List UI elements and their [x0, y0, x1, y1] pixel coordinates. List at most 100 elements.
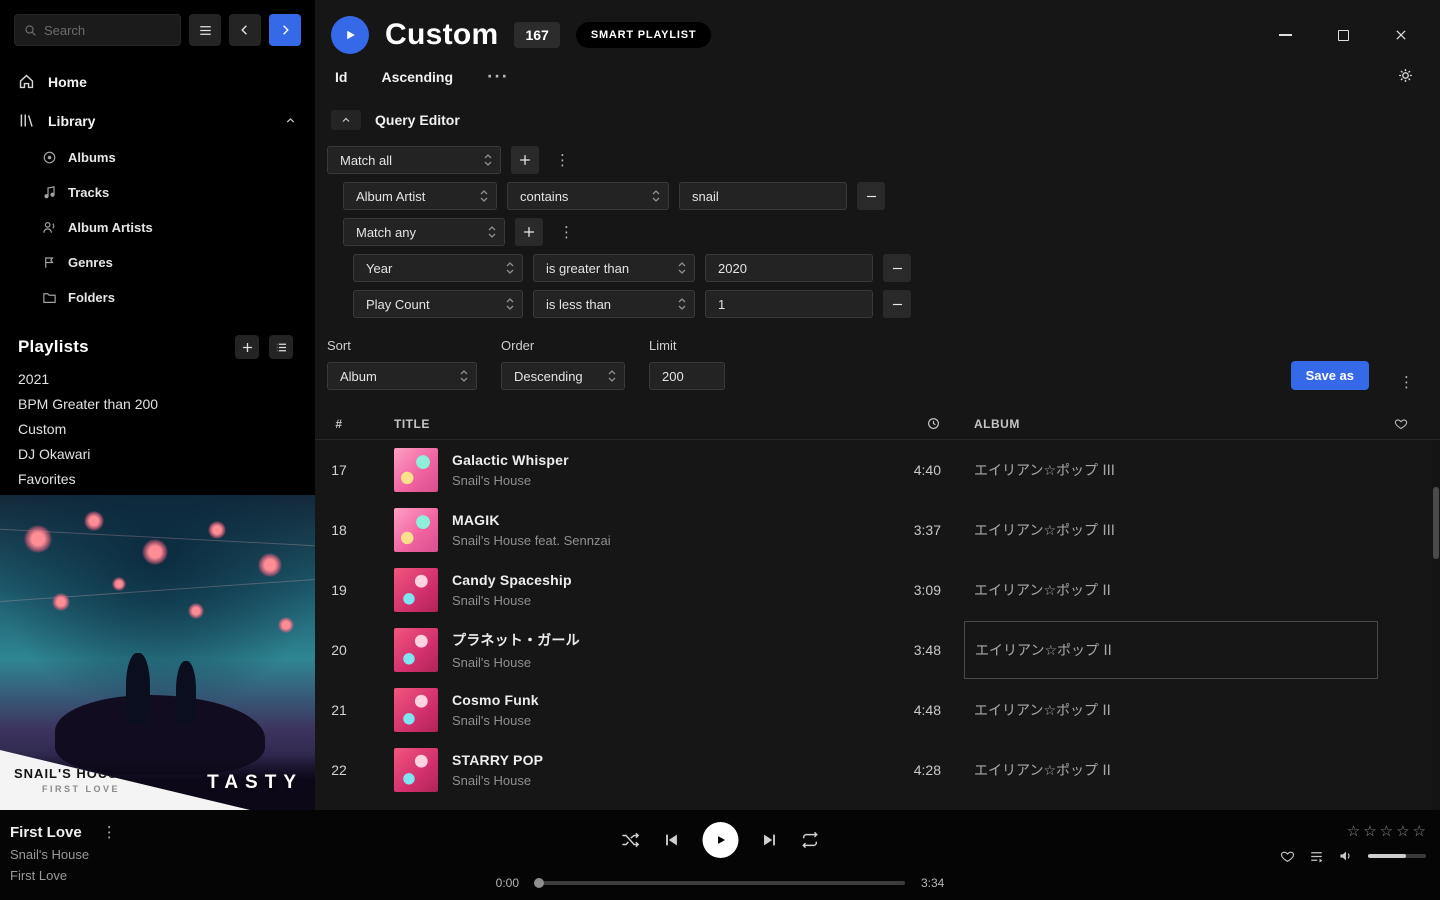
volume-button[interactable] — [1338, 848, 1354, 864]
search-box[interactable] — [14, 14, 181, 46]
rule-value-input[interactable] — [679, 182, 847, 210]
rating-star[interactable]: ☆ — [1413, 824, 1426, 839]
playlist-list-button[interactable] — [269, 335, 293, 359]
minus-icon — [891, 262, 904, 275]
save-as-button[interactable]: Save as — [1291, 361, 1369, 390]
remove-rule-button[interactable] — [857, 182, 885, 210]
track-row[interactable]: 21 Cosmo FunkSnail's House 4:48 エイリアン☆ポッ… — [315, 680, 1440, 740]
save-menu-button[interactable]: ⋮ — [1393, 375, 1420, 390]
scrollbar[interactable] — [1432, 440, 1440, 810]
match-all-select[interactable]: Match all — [327, 146, 501, 174]
sidebar-item-tracks[interactable]: Tracks — [0, 175, 315, 210]
rating-star[interactable]: ☆ — [1363, 824, 1376, 839]
track-row[interactable]: 22 STARRY POPSnail's House 4:28 エイリアン☆ポッ… — [315, 740, 1440, 800]
playlist-item[interactable]: Favorites — [0, 467, 315, 492]
rule-value-input[interactable] — [705, 254, 873, 282]
select-value: Year — [366, 261, 392, 276]
sidebar-item-home[interactable]: Home — [0, 62, 315, 101]
rating-star[interactable]: ☆ — [1347, 824, 1360, 839]
track-menu-button[interactable]: ⋮ — [96, 825, 123, 840]
table-header: # TITLE ALBUM — [315, 408, 1440, 440]
sidebar-item-genres[interactable]: Genres — [0, 245, 315, 280]
add-playlist-button[interactable] — [235, 335, 259, 359]
select-value: is greater than — [546, 261, 629, 276]
close-button[interactable] — [1388, 22, 1414, 48]
shuffle-button[interactable] — [621, 831, 641, 849]
previous-button[interactable] — [663, 831, 681, 849]
sort-select[interactable]: Album — [327, 362, 477, 390]
collapse-query-editor-button[interactable] — [331, 110, 361, 130]
field-select[interactable]: Play Count — [353, 290, 523, 318]
next-button[interactable] — [761, 831, 779, 849]
play-pause-button[interactable] — [703, 822, 739, 858]
track-row[interactable]: 19 Candy SpaceshipSnail's House 3:09 エイリ… — [315, 560, 1440, 620]
add-group-rule-button[interactable] — [515, 218, 543, 246]
playlist-item[interactable]: Custom — [0, 417, 315, 442]
focused-album-cell[interactable]: エイリアン☆ポップ II — [964, 621, 1378, 679]
queue-icon — [1309, 849, 1324, 864]
favorite-button[interactable] — [1280, 849, 1295, 864]
operator-select[interactable]: is less than — [533, 290, 695, 318]
sidebar-item-album-artists[interactable]: Album Artists — [0, 210, 315, 245]
match-row: Match all ⋮ — [327, 146, 1420, 174]
queue-button[interactable] — [1309, 849, 1324, 864]
query-editor-header: Query Editor — [331, 110, 1420, 130]
rating-star[interactable]: ☆ — [1396, 824, 1409, 839]
track-row[interactable]: 17 Galactic WhisperSnail's House 4:40 エイ… — [315, 440, 1440, 500]
select-value: contains — [520, 189, 568, 204]
minimize-button[interactable] — [1272, 22, 1298, 48]
maximize-button[interactable] — [1330, 22, 1356, 48]
limit-input[interactable] — [649, 362, 725, 390]
rule-menu-button[interactable]: ⋮ — [549, 153, 576, 168]
field-select[interactable]: Year — [353, 254, 523, 282]
rule-value-input[interactable] — [705, 290, 873, 318]
settings-button[interactable] — [1397, 67, 1414, 87]
remove-rule-button[interactable] — [883, 254, 911, 282]
play-playlist-button[interactable] — [331, 16, 369, 54]
seek-bar[interactable] — [535, 881, 905, 885]
track-album: エイリアン☆ポップ III — [974, 460, 1394, 480]
match-any-select[interactable]: Match any — [343, 218, 505, 246]
playlist-item[interactable]: BPM Greater than 200 — [0, 392, 315, 417]
forward-button[interactable] — [269, 14, 301, 46]
field-select[interactable]: Album Artist — [343, 182, 497, 210]
track-title: Candy Spaceship — [452, 572, 861, 588]
sidebar-item-label: Albums — [68, 150, 116, 165]
sort-direction-label[interactable]: Ascending — [381, 69, 453, 85]
operator-select[interactable]: contains — [507, 182, 669, 210]
rating-star[interactable]: ☆ — [1380, 824, 1393, 839]
track-album: エイリアン☆ポップ III — [974, 520, 1394, 540]
menu-button[interactable] — [189, 14, 221, 46]
remove-rule-button[interactable] — [883, 290, 911, 318]
track-row[interactable]: 20 プラネット・ガールSnail's House 3:48 エイリアン☆ポップ… — [315, 620, 1440, 680]
column-index: # — [315, 417, 363, 431]
track-row[interactable]: 18 MAGIKSnail's House feat. Sennzai 3:37… — [315, 500, 1440, 560]
select-arrows-icon — [506, 297, 514, 311]
group-menu-button[interactable]: ⋮ — [553, 225, 580, 240]
operator-select[interactable]: is greater than — [533, 254, 695, 282]
limit-label: Limit — [649, 338, 725, 353]
select-arrows-icon — [506, 261, 514, 275]
sort-field-label[interactable]: Id — [335, 69, 347, 85]
sidebar-item-label: Library — [48, 113, 95, 129]
chevron-up-icon[interactable] — [284, 114, 297, 127]
sidebar-item-albums[interactable]: Albums — [0, 140, 315, 175]
seek-thumb[interactable] — [534, 878, 544, 888]
toolbar-more-button[interactable]: ··· — [487, 69, 509, 85]
minimize-icon — [1279, 34, 1292, 36]
back-button[interactable] — [229, 14, 261, 46]
order-select[interactable]: Descending — [501, 362, 625, 390]
playlist-item[interactable]: DJ Okawari — [0, 442, 315, 467]
playlist-item[interactable]: 2021 — [0, 367, 315, 392]
sidebar-toolbar — [0, 0, 315, 56]
progress-section: 0:00 3:34 — [485, 876, 955, 890]
sidebar-item-folders[interactable]: Folders — [0, 280, 315, 315]
select-arrows-icon — [608, 369, 616, 383]
scrollbar-thumb[interactable] — [1433, 487, 1439, 559]
search-input[interactable] — [44, 23, 171, 38]
volume-slider[interactable] — [1368, 854, 1426, 858]
repeat-button[interactable] — [801, 831, 820, 849]
add-rule-button[interactable] — [511, 146, 539, 174]
track-title: Galactic Whisper — [452, 452, 861, 468]
sidebar-item-library[interactable]: Library — [0, 101, 315, 140]
